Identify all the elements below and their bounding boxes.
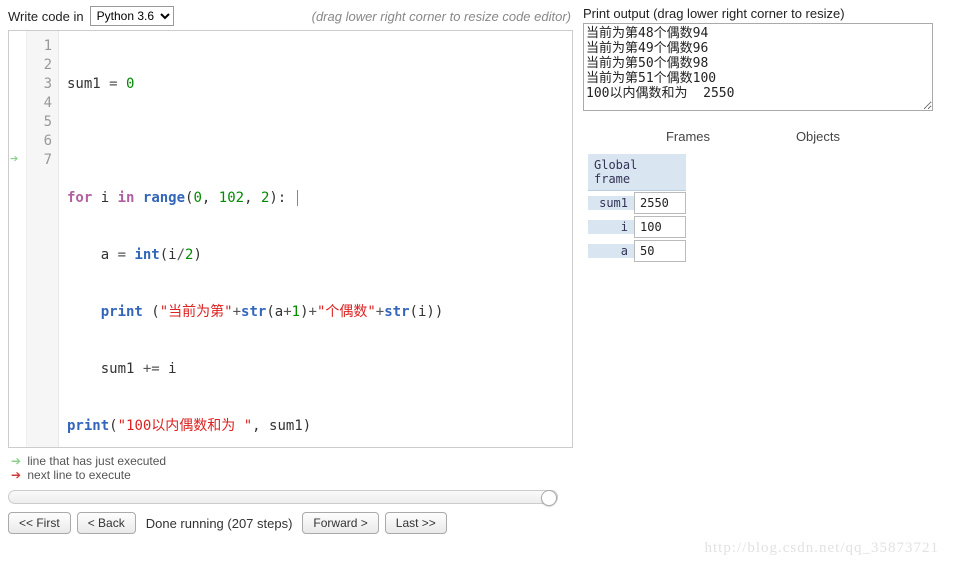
last-button[interactable]: Last >> — [385, 512, 447, 534]
output-label: Print output (drag lower right corner to… — [583, 6, 949, 21]
language-select[interactable]: Python 3.6 — [90, 6, 174, 26]
code-line: print ("当前为第"+str(a+1)+"个偶数"+str(i)) — [67, 303, 572, 322]
executed-arrow-icon: ➔ — [8, 454, 24, 468]
var-name: a — [588, 244, 634, 258]
executed-line-arrow-icon: ➔ — [10, 152, 18, 166]
var-name: sum1 — [588, 196, 634, 210]
var-value: 50 — [634, 240, 686, 262]
var-value: 2550 — [634, 192, 686, 214]
code-line: sum1 = 0 — [67, 75, 572, 94]
code-line: print("100以内偶数和为 ", sum1) — [67, 417, 572, 436]
line-number: 6 — [27, 132, 52, 151]
frame-row: a 50 — [588, 239, 686, 263]
line-number: 1 — [27, 37, 52, 56]
run-status: Done running (207 steps) — [142, 516, 297, 531]
back-button[interactable]: < Back — [77, 512, 136, 534]
var-name: i — [588, 220, 634, 234]
line-number: 2 — [27, 56, 52, 75]
line-number-gutter: 1 2 3 4 5 6 7 — [27, 31, 59, 447]
line-number: 3 — [27, 75, 52, 94]
code-line: sum1 += i — [67, 360, 572, 379]
frame-title: Global frame — [588, 154, 686, 191]
frame-row: sum1 2550 — [588, 191, 686, 215]
line-number: 7 — [27, 151, 52, 170]
code-line — [67, 132, 572, 151]
print-output[interactable]: 当前为第48个偶数94 当前为第49个偶数96 当前为第50个偶数98 当前为第… — [583, 23, 933, 111]
objects-header: Objects — [796, 129, 840, 144]
execution-arrow-gutter: ➔ — [9, 31, 27, 447]
global-frame: Global frame sum1 2550 i 100 a 50 — [588, 154, 686, 263]
write-code-label: Write code in — [8, 9, 84, 24]
code-line: for i in range(0, 102, 2): — [67, 189, 572, 208]
frames-header: Frames — [666, 129, 710, 144]
code-area[interactable]: sum1 = 0 for i in range(0, 102, 2): a = … — [59, 31, 572, 447]
slider-thumb[interactable] — [541, 490, 557, 506]
frame-row: i 100 — [588, 215, 686, 239]
forward-button[interactable]: Forward > — [302, 512, 378, 534]
watermark-text: http://blog.csdn.net/qq_35873721 — [705, 540, 940, 557]
resize-hint: (drag lower right corner to resize code … — [312, 9, 571, 24]
first-button[interactable]: << First — [8, 512, 71, 534]
code-editor[interactable]: ➔ 1 2 3 4 5 6 7 sum1 = 0 for i in range(… — [8, 30, 573, 448]
next-arrow-icon: ➔ — [8, 468, 24, 482]
line-number: 5 — [27, 113, 52, 132]
var-value: 100 — [634, 216, 686, 238]
line-number: 4 — [27, 94, 52, 113]
step-slider[interactable] — [8, 490, 558, 504]
text-cursor — [297, 190, 298, 206]
code-line: a = int(i/2) — [67, 246, 572, 265]
